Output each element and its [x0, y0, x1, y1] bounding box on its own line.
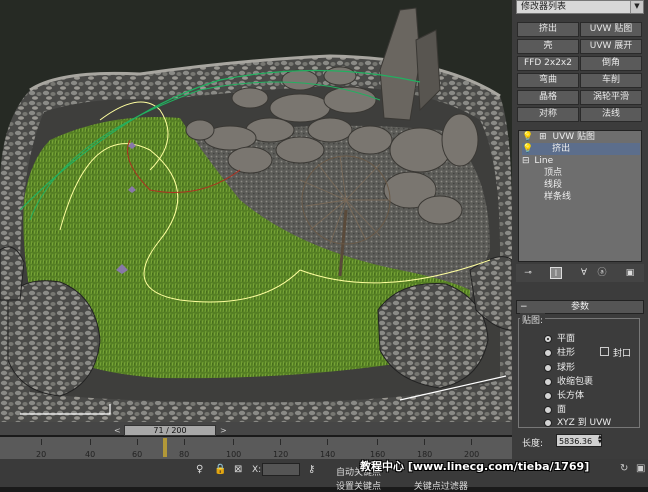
radio-planar-label: 平面 — [557, 334, 576, 344]
set-key-text: 设置关键点 — [336, 482, 382, 492]
make-unique-icon[interactable]: ∀ — [578, 267, 590, 279]
cap-label: 封口 — [613, 349, 632, 359]
mapping-group — [518, 318, 640, 428]
playhead-marker — [163, 438, 167, 457]
stack-item-uvw-map[interactable]: 💡 ⊞ UVW 贴图 — [522, 131, 640, 143]
modifier-button-unwrap-uvw[interactable]: UVW 展开 — [580, 39, 642, 54]
modifier-button-lattice[interactable]: 晶格 — [517, 90, 579, 105]
modifier-button-symmetry[interactable]: 对称 — [517, 107, 579, 122]
tick — [41, 439, 42, 445]
time-slider-thumb[interactable]: 71 / 200 — [124, 425, 216, 436]
scene-render — [0, 0, 512, 422]
stack-item-label: Line — [534, 156, 554, 166]
tick — [377, 439, 378, 445]
rollout-title: 参数 — [570, 302, 589, 312]
tick — [184, 439, 185, 445]
show-end-result-icon[interactable]: Ⅰ — [550, 267, 562, 279]
key-filters-text: 关键点过滤器 — [413, 482, 468, 492]
modifier-list-label: 修改器列表 — [521, 2, 567, 12]
stack-sub-segment[interactable]: 线段 — [544, 179, 562, 191]
radio-planar[interactable] — [544, 335, 552, 343]
radio-cylindrical[interactable] — [544, 349, 552, 357]
orbit-icon[interactable]: ↻ — [620, 463, 628, 474]
tick-label: 120 — [273, 450, 289, 459]
stack-item-label: 挤出 — [552, 144, 571, 154]
chevron-down-icon: ▼ — [630, 1, 643, 13]
mapping-group-title: 贴图: — [520, 313, 546, 326]
radio-face[interactable] — [544, 406, 552, 414]
modifier-button-extrude[interactable]: 挤出 — [517, 22, 579, 37]
modifier-button-shell[interactable]: 壳 — [517, 39, 579, 54]
tick — [280, 439, 281, 445]
tick-label: 100 — [226, 450, 242, 459]
modifier-button-lathe[interactable]: 车削 — [580, 73, 642, 88]
next-frame-arrow[interactable]: > — [220, 426, 227, 435]
pin-stack-icon[interactable]: ⊸ — [522, 267, 534, 279]
configure-sets-icon[interactable]: ▣ — [624, 267, 636, 279]
radio-xyz-to-uvw[interactable] — [544, 419, 552, 427]
tick-label: 40 — [85, 450, 96, 459]
stack-toolbar: ⊸ Ⅰ ∀ ⓐ ▣ — [516, 264, 644, 282]
radio-shrink-wrap-label: 收缩包裹 — [557, 377, 594, 387]
key-icon[interactable]: ⚷ — [308, 464, 315, 475]
expand-icon[interactable]: ⊞ — [539, 132, 547, 142]
tick — [137, 439, 138, 445]
lock-icon[interactable]: 🔒 — [214, 464, 226, 475]
length-label: 长度: — [522, 439, 544, 449]
prev-frame-arrow[interactable]: < — [114, 426, 121, 435]
collapse-icon[interactable]: ⊟ — [522, 156, 530, 166]
tick — [233, 439, 234, 445]
watermark-text: 教程中心 [www.linecg.com/tieba/1769] — [360, 460, 590, 473]
pin-icon[interactable]: ♀ — [196, 464, 203, 475]
track-bar[interactable] — [0, 437, 512, 459]
stack-sub-spline[interactable]: 样条线 — [544, 191, 571, 203]
selection-lock-icon[interactable]: ⊠ — [234, 464, 242, 475]
tick — [90, 439, 91, 445]
modifier-button-normal[interactable]: 法线 — [580, 107, 642, 122]
modifier-button-uvw-map[interactable]: UVW 贴图 — [580, 22, 642, 37]
radio-cylindrical-label: 柱形 — [557, 348, 576, 358]
3d-viewport[interactable] — [0, 0, 512, 422]
stack-item-extrude[interactable]: 💡 挤出 — [522, 143, 640, 155]
collapse-icon: − — [520, 302, 528, 312]
tick — [471, 439, 472, 445]
radio-box-label: 长方体 — [557, 391, 585, 401]
tick — [327, 439, 328, 445]
modifier-button-chamfer[interactable]: 倒角 — [580, 56, 642, 71]
radio-xyz-to-uvw-label: XYZ 到 UVW — [557, 418, 612, 428]
radio-spherical-label: 球形 — [557, 363, 576, 373]
x-coordinate-label: X: — [252, 465, 262, 475]
radio-spherical[interactable] — [544, 364, 552, 372]
length-field[interactable]: 5836.36 — [556, 434, 602, 447]
parameters-rollout[interactable]: − 参数 — [516, 300, 644, 314]
remove-modifier-icon[interactable]: ⓐ — [596, 267, 608, 279]
modifier-list-dropdown[interactable]: 修改器列表 ▼ — [516, 0, 644, 14]
lightbulb-icon[interactable]: 💡 — [522, 132, 533, 142]
stack-item-label: UVW 贴图 — [552, 132, 596, 142]
radio-shrink-wrap[interactable] — [544, 378, 552, 386]
set-key-label: 设置关键点 关键点过滤器 — [336, 479, 468, 492]
stack-item-line[interactable]: ⊟ Line — [522, 155, 553, 167]
tick-label: 140 — [320, 450, 336, 459]
lightbulb-icon[interactable]: 💡 — [522, 144, 533, 154]
x-coordinate-field[interactable] — [262, 463, 300, 476]
length-spinner[interactable]: ▲ ▼ — [598, 435, 603, 446]
tick — [424, 439, 425, 445]
time-slider-track[interactable] — [0, 422, 512, 435]
radio-face-label: 面 — [557, 405, 567, 415]
tick-label: 80 — [179, 450, 190, 459]
maximize-viewport-icon[interactable]: ▣ — [636, 463, 645, 474]
modifier-button-ffd[interactable]: FFD 2x2x2 — [517, 56, 579, 71]
radio-box[interactable] — [544, 392, 552, 400]
cap-checkbox[interactable] — [600, 347, 609, 356]
modifier-button-bend[interactable]: 弯曲 — [517, 73, 579, 88]
tick-label: 60 — [132, 450, 143, 459]
modifier-button-turbosmooth[interactable]: 涡轮平滑 — [580, 90, 642, 105]
stack-sub-vertex[interactable]: 顶点 — [544, 167, 562, 179]
tick-label: 20 — [36, 450, 47, 459]
